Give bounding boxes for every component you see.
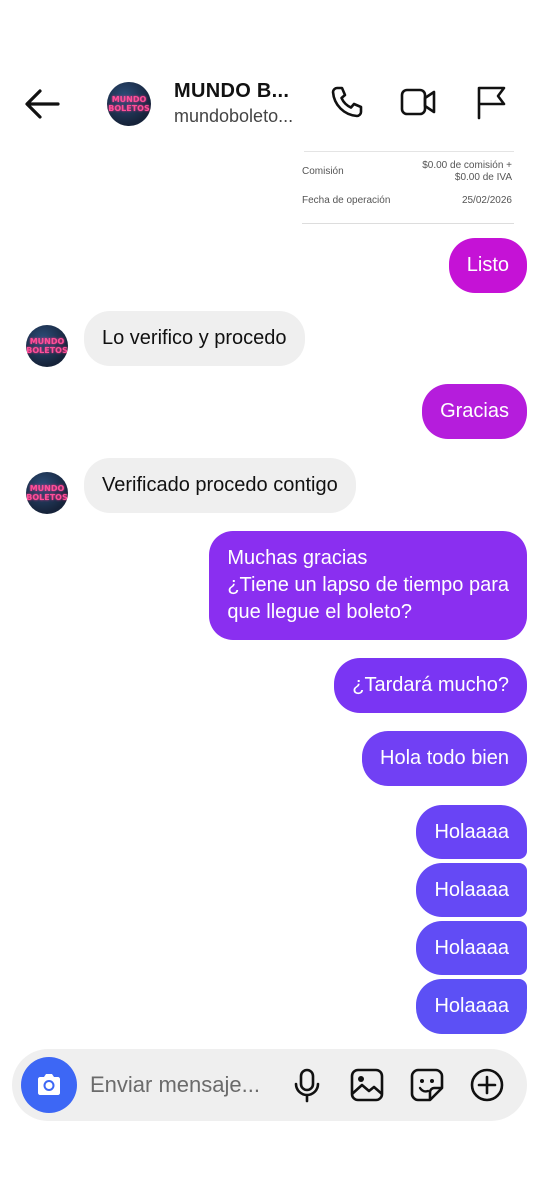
outgoing-message[interactable]: Holaaaa (416, 921, 527, 975)
outgoing-message[interactable]: Listo (448, 238, 527, 293)
outgoing-message[interactable]: Holaaaa (416, 979, 527, 1034)
add-icon[interactable] (469, 1067, 505, 1103)
message-text: Holaaaa (434, 936, 509, 959)
video-call-icon[interactable] (400, 84, 436, 120)
incoming-message[interactable]: Verificado procedo contigo (84, 458, 356, 513)
message-text: Listo (466, 254, 509, 276)
message-text: Holaaaa (434, 820, 509, 843)
chat-header: MUNDO BOLETOS MUNDO B... mundoboleto... (0, 62, 539, 146)
date-value: 25/02/2026 (461, 195, 512, 206)
outgoing-message[interactable]: Holaaaa (416, 805, 527, 859)
camera-icon (38, 1074, 60, 1095)
outgoing-message[interactable]: ¿Tardará mucho? (334, 658, 527, 713)
message-composer: Enviar mensaje... (12, 1049, 527, 1121)
contact-name[interactable]: MUNDO B... (174, 80, 289, 103)
transfer-receipt-image[interactable]: Comisión $0.00 de comisión + $0.00 de IV… (300, 146, 514, 228)
camera-button[interactable] (21, 1057, 77, 1113)
gallery-icon[interactable] (349, 1067, 385, 1103)
message-input[interactable]: Enviar mensaje... (90, 1072, 260, 1098)
sender-avatar[interactable]: MUNDO BOLETOS (26, 472, 68, 514)
message-text: Muchas gracias ¿Tiene un lapso de tiempo… (227, 547, 509, 623)
message-text: Gracias (440, 400, 509, 422)
avatar-logo: MUNDO BOLETOS (108, 95, 150, 113)
outgoing-message[interactable]: Muchas gracias ¿Tiene un lapso de tiempo… (209, 531, 527, 640)
outgoing-message[interactable]: Holaaaa (416, 863, 527, 917)
date-label: Fecha de operación (302, 195, 391, 206)
commission-value-line2: $0.00 de IVA (454, 172, 512, 183)
message-text: Lo verifico y procedo (102, 327, 287, 349)
receipt-divider (304, 146, 514, 152)
commission-label: Comisión (302, 166, 344, 177)
phone-icon[interactable] (329, 84, 365, 120)
message-text: Holaaaa (434, 878, 509, 901)
commission-value: $0.00 de comisión + $0.00 de IVA (422, 160, 512, 184)
avatar-logo: MUNDO BOLETOS (26, 484, 68, 502)
message-text: Holaaaa (434, 995, 509, 1017)
commission-value-line1: $0.00 de comisión + (422, 160, 512, 171)
outgoing-message[interactable]: Hola todo bien (362, 731, 527, 786)
message-text: ¿Tardará mucho? (352, 674, 509, 696)
outgoing-message[interactable]: Gracias (422, 384, 527, 439)
microphone-icon[interactable] (289, 1067, 325, 1103)
avatar-logo: MUNDO BOLETOS (26, 337, 68, 355)
message-text: Verificado procedo contigo (102, 474, 338, 496)
contact-username[interactable]: mundoboleto... (174, 106, 293, 127)
flag-icon[interactable] (473, 84, 509, 120)
message-text: Hola todo bien (380, 747, 509, 769)
incoming-message[interactable]: Lo verifico y procedo (84, 311, 305, 366)
back-arrow-icon[interactable] (22, 84, 62, 124)
receipt-divider (302, 223, 514, 224)
contact-avatar[interactable]: MUNDO BOLETOS (107, 82, 151, 126)
sender-avatar[interactable]: MUNDO BOLETOS (26, 325, 68, 367)
sticker-icon[interactable] (409, 1067, 445, 1103)
